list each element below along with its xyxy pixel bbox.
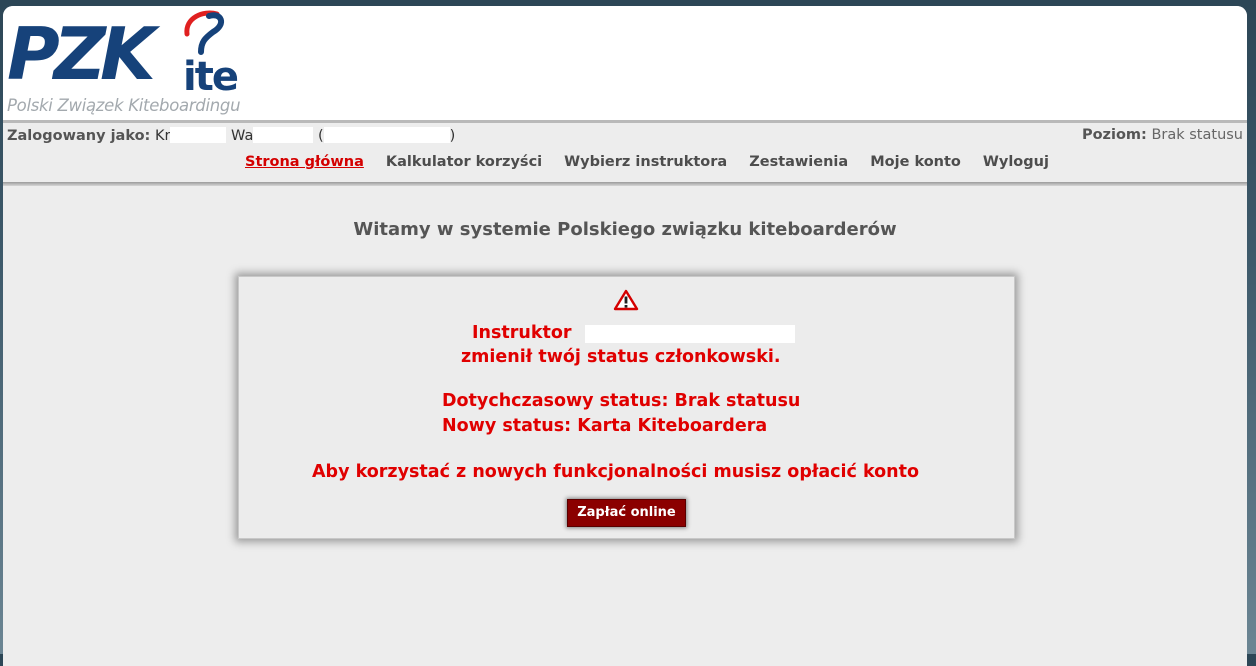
browser-window: PZK ite Polski Związek Kiteboardingu Zal… bbox=[3, 6, 1247, 666]
instructor-label: Instruktor bbox=[472, 323, 572, 343]
pay-online-button[interactable]: Zapłać online bbox=[567, 499, 686, 527]
redacted-email bbox=[323, 127, 450, 143]
user-name-part: Kr bbox=[154, 128, 171, 144]
warning-triangle-icon bbox=[613, 289, 639, 311]
level-value: Brak statusu bbox=[1151, 127, 1243, 143]
nav-divider bbox=[3, 182, 1247, 186]
main-nav: Strona główna Kalkulator korzyści Wybierz … bbox=[3, 146, 1247, 182]
status-level: Poziom: Brak statusu bbox=[1082, 127, 1243, 143]
previous-status: Dotychczasowy status: Brak statusu bbox=[442, 391, 801, 411]
logo-suffix: ite bbox=[183, 54, 239, 100]
nav-item-6[interactable]: Wyloguj bbox=[983, 154, 1049, 170]
status-changed-text: zmienił twój status członkowski. bbox=[461, 347, 781, 367]
kite-arc-icon bbox=[184, 10, 225, 55]
user-info-bar: Zalogowany jako: Kr Wa () Poziom: Brak s… bbox=[3, 123, 1247, 146]
page-title: Witamy w systemie Polskiego związku kite… bbox=[353, 219, 897, 240]
nav-item-2[interactable]: Kalkulator korzyści bbox=[386, 154, 542, 170]
redacted-surname bbox=[253, 127, 314, 143]
redacted-instructor-name bbox=[585, 325, 795, 343]
user-email-close: ) bbox=[449, 128, 456, 144]
level-label: Poziom: bbox=[1081, 127, 1147, 143]
nav-item-1[interactable]: Strona główna bbox=[245, 154, 364, 170]
redacted-name bbox=[170, 127, 227, 143]
nav-item-5[interactable]: Moje konto bbox=[870, 154, 961, 170]
logo-text: PZK bbox=[7, 12, 156, 96]
user-surname-part: Wa bbox=[231, 128, 254, 144]
logo-subtitle: Polski Związek Kiteboardingu bbox=[7, 96, 241, 115]
logged-label: Zalogowany jako: bbox=[7, 128, 151, 144]
new-status: Nowy status: Karta Kiteboardera bbox=[442, 416, 768, 436]
pzkite-logo[interactable]: PZK ite Polski Związek Kiteboardingu bbox=[7, 10, 255, 120]
nav-item-4[interactable]: Zestawienia bbox=[749, 154, 848, 170]
nav-list: Strona główna Kalkulator korzyści Wybierz … bbox=[245, 154, 1071, 170]
logged-user: Zalogowany jako: Kr Wa () bbox=[7, 127, 455, 144]
header: PZK ite Polski Związek Kiteboardingu bbox=[3, 6, 1247, 120]
pay-prompt: Aby korzystać z nowych funkcjonalności m… bbox=[312, 462, 920, 482]
nav-item-3[interactable]: Wybierz instruktora bbox=[564, 154, 727, 170]
status-change-notice: Instruktor zmienił twój status członkows… bbox=[238, 276, 1015, 539]
